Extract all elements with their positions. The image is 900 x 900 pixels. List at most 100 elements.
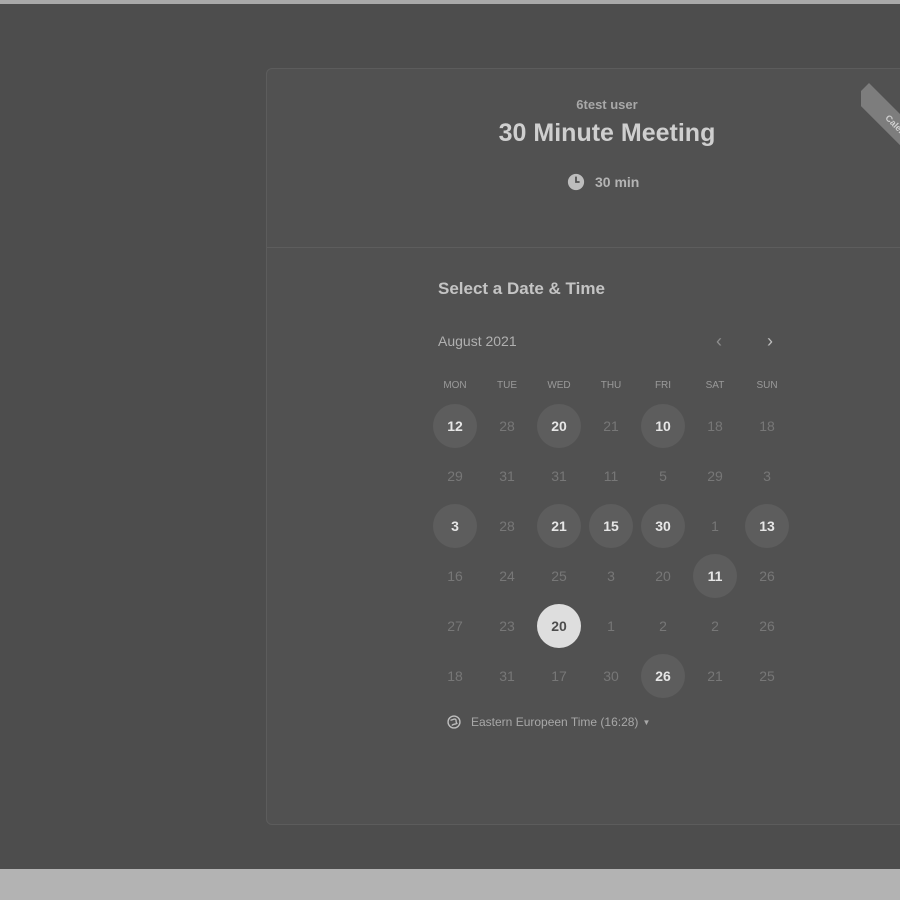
duration-label: 30 min (595, 174, 640, 190)
day-cell: 21 (533, 501, 585, 551)
day-cell: 11 (585, 451, 637, 501)
day-cell: 2 (637, 601, 689, 651)
day-cell: 25 (741, 651, 793, 701)
day-cell: 31 (481, 651, 533, 701)
event-header: 6test user 30 Minute Meeting 30 min (267, 69, 900, 248)
unavailable-day: 30 (603, 668, 619, 684)
unavailable-day: 28 (499, 418, 515, 434)
day-cell: 15 (585, 501, 637, 551)
unavailable-day: 29 (707, 468, 723, 484)
next-month-button[interactable]: › (758, 329, 782, 353)
event-title: 30 Minute Meeting (498, 119, 716, 147)
day-cell: 18 (689, 401, 741, 451)
weekday-wed: WED (547, 380, 571, 391)
unavailable-day: 20 (655, 568, 671, 584)
day-cell: 12 (429, 401, 481, 451)
top-strip (0, 0, 900, 4)
booking-card: 6test user 30 Minute Meeting 30 min Cale… (266, 68, 900, 825)
unavailable-day: 3 (607, 568, 615, 584)
unavailable-day: 2 (659, 618, 667, 634)
day-cell: 20 (637, 551, 689, 601)
unavailable-day: 16 (447, 568, 463, 584)
day-cell: 3 (741, 451, 793, 501)
day-cell: 17 (533, 651, 585, 701)
available-day-button[interactable]: 3 (433, 504, 477, 548)
unavailable-day: 21 (603, 418, 619, 434)
day-cell: 24 (481, 551, 533, 601)
unavailable-day: 26 (759, 568, 775, 584)
unavailable-day: 11 (603, 468, 619, 484)
day-cell: 1 (585, 601, 637, 651)
day-cell: 28 (481, 401, 533, 451)
day-cell: 13 (741, 501, 793, 551)
day-cell: 20 (533, 601, 585, 651)
day-cell: 26 (741, 551, 793, 601)
timezone-label: Eastern Europeen Time (16:28) (471, 715, 639, 729)
day-cell: 26 (741, 601, 793, 651)
event-duration: 30 min (567, 173, 639, 191)
bottom-strip (0, 869, 900, 900)
chevron-left-icon: ‹ (716, 331, 722, 351)
day-cell: 27 (429, 601, 481, 651)
available-day-button[interactable]: 20 (537, 404, 581, 448)
day-cell: 30 (637, 501, 689, 551)
weekday-mon: MON (443, 380, 467, 391)
calendly-ribbon[interactable]: Calendly (861, 69, 900, 159)
day-cell: 31 (481, 451, 533, 501)
unavailable-day: 21 (707, 668, 723, 684)
day-cell: 20 (533, 401, 585, 451)
day-cell: 2 (689, 601, 741, 651)
unavailable-day: 18 (759, 418, 775, 434)
available-day-button[interactable]: 15 (589, 504, 633, 548)
unavailable-day: 18 (707, 418, 723, 434)
selected-day-button[interactable]: 20 (537, 604, 581, 648)
day-cell: 21 (689, 651, 741, 701)
unavailable-day: 18 (447, 668, 463, 684)
unavailable-day: 27 (447, 618, 463, 634)
unavailable-day: 25 (759, 668, 775, 684)
weekday-thu: THU (600, 380, 622, 391)
day-cell: 26 (637, 651, 689, 701)
available-day-button[interactable]: 26 (641, 654, 685, 698)
day-cell: 18 (429, 651, 481, 701)
unavailable-day: 17 (551, 668, 567, 684)
chevron-right-icon: › (767, 331, 773, 351)
unavailable-day: 24 (499, 568, 515, 584)
globe-icon (447, 715, 461, 729)
day-cell: 28 (481, 501, 533, 551)
caret-down-icon: ▼ (642, 717, 651, 727)
clock-icon (567, 173, 585, 191)
day-cell: 11 (689, 551, 741, 601)
unavailable-day: 1 (607, 618, 615, 634)
unavailable-day: 28 (499, 518, 515, 534)
weekday-header: MON TUE WED THU FRI SAT SUN (429, 380, 793, 391)
weekday-sat: SAT (705, 380, 725, 391)
unavailable-day: 31 (499, 668, 515, 684)
available-day-button[interactable]: 12 (433, 404, 477, 448)
prev-month-button[interactable]: ‹ (707, 329, 731, 353)
unavailable-day: 31 (499, 468, 515, 484)
day-cell: 1 (689, 501, 741, 551)
day-cell: 21 (585, 401, 637, 451)
section-title: Select a Date & Time (438, 279, 605, 298)
unavailable-day: 23 (499, 618, 515, 634)
timezone-selector[interactable]: Eastern Europeen Time (16:28) ▼ (447, 715, 650, 729)
day-cell: 25 (533, 551, 585, 601)
day-cell: 3 (585, 551, 637, 601)
available-day-button[interactable]: 10 (641, 404, 685, 448)
ribbon-label: Calendly (861, 83, 900, 159)
available-day-button[interactable]: 11 (693, 554, 737, 598)
unavailable-day: 25 (551, 568, 567, 584)
day-cell: 5 (637, 451, 689, 501)
day-cell: 29 (429, 451, 481, 501)
weekday-sun: SUN (756, 380, 778, 391)
day-cell: 18 (741, 401, 793, 451)
day-cell: 31 (533, 451, 585, 501)
month-label: August 2021 (438, 333, 517, 349)
day-cell: 30 (585, 651, 637, 701)
available-day-button[interactable]: 30 (641, 504, 685, 548)
available-day-button[interactable]: 13 (745, 504, 789, 548)
weekday-fri: FRI (654, 380, 672, 391)
available-day-button[interactable]: 21 (537, 504, 581, 548)
day-cell: 29 (689, 451, 741, 501)
